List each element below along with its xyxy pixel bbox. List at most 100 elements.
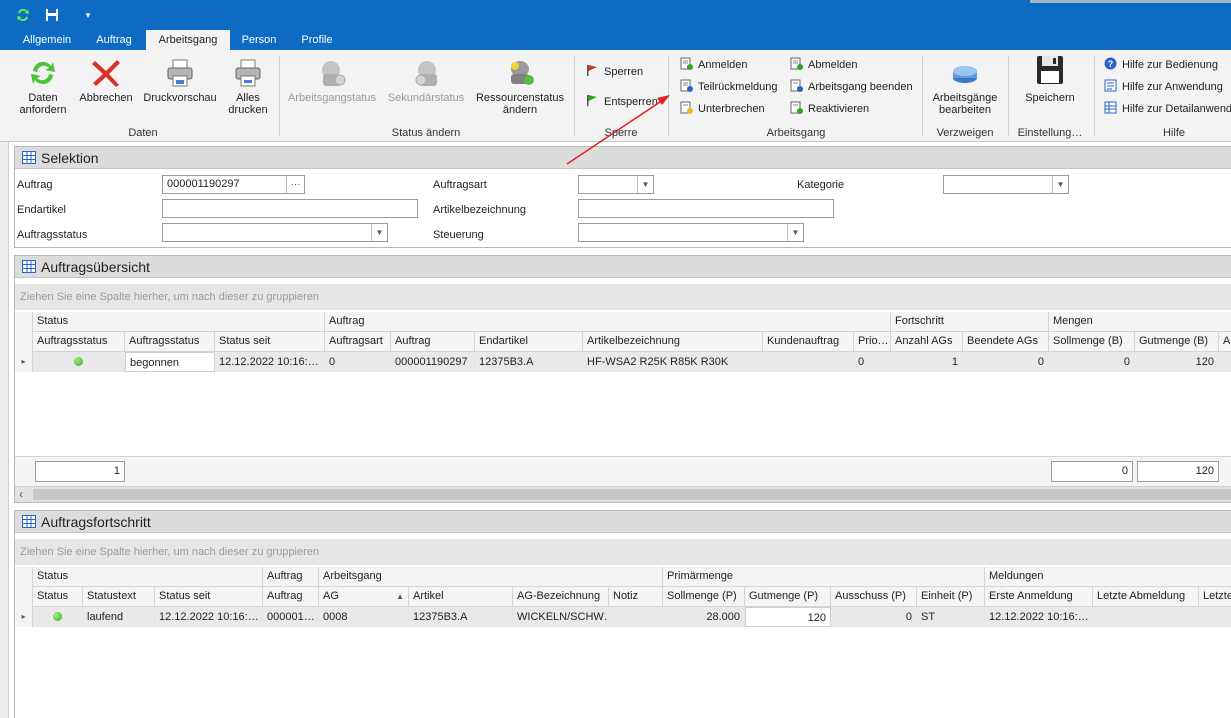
cell-status-seit[interactable]: 12.12.2022 10:16:… [155,607,263,627]
scroll-thumb[interactable] [33,489,1231,500]
cell-anzahl-ags[interactable]: 1 [891,352,963,372]
arbeitsgaenge-bearbeiten-button[interactable]: Arbeitsgänge bearbeiten [928,58,1002,116]
col-letzte-abmeldung[interactable]: Letzte Abmeldung [1093,587,1199,607]
col-auftrag[interactable]: Auftrag [391,332,475,352]
cell-letzte-abmeldung[interactable] [1093,607,1199,627]
band-primaermenge[interactable]: Primärmenge [663,567,985,587]
horizontal-scrollbar[interactable]: ‹ [15,486,1231,502]
cell-sollmenge-p[interactable]: 28.000 [663,607,745,627]
scroll-left-icon[interactable]: ‹ [19,487,23,502]
cell-a[interactable] [1219,352,1231,372]
col-sollmenge-p[interactable]: Sollmenge (P) [663,587,745,607]
col-auftragsstatus-icon[interactable]: Auftragsstatus [33,332,125,352]
speichern-button[interactable]: Speichern [1016,54,1084,104]
cell-erste-anmeldung[interactable]: 12.12.2022 10:16:… [985,607,1093,627]
col-artikel[interactable]: Artikel [409,587,513,607]
col-auftragsart[interactable]: Auftragsart [325,332,391,352]
chevron-down-icon[interactable]: ▼ [1052,176,1068,193]
floppy-icon[interactable] [43,7,61,23]
chevron-down-icon[interactable]: ▼ [787,224,803,241]
anmelden-button[interactable]: Anmelden [680,56,748,74]
cell-artikel[interactable]: 12375B3.A [409,607,513,627]
auftragsstatus-select[interactable]: ▼ [162,223,388,242]
band-auftrag[interactable]: Auftrag [325,312,891,332]
arbeitsgangstatus-button[interactable]: Arbeitsgangstatus [286,58,378,104]
cell-auftrag[interactable]: 000001… [263,607,319,627]
reaktivieren-button[interactable]: Reaktivieren [790,100,869,118]
col-beendete-ags[interactable]: Beendete AGs [963,332,1049,352]
col-endartikel[interactable]: Endartikel [475,332,583,352]
band-status[interactable]: Status [33,312,325,332]
abmelden-button[interactable]: Abmelden [790,56,858,74]
col-gutmenge-b[interactable]: Gutmenge (B) [1135,332,1219,352]
band-mengen[interactable]: Mengen [1049,312,1231,332]
band-fortschritt[interactable]: Fortschritt [891,312,1049,332]
cell-gutmenge-b[interactable]: 120 [1135,352,1219,372]
col-auftrag[interactable]: Auftrag [263,587,319,607]
tab-profile[interactable]: Profile [292,30,342,50]
steuerung-select[interactable]: ▼ [578,223,804,242]
cell-status-seit[interactable]: 12.12.2022 10:16:… [215,352,325,372]
col-auftragsstatus[interactable]: Auftragsstatus [125,332,215,352]
col-ausschuss-p[interactable]: Ausschuss (P) [831,587,917,607]
arbeitsgang-beenden-button[interactable]: Arbeitsgang beenden [790,78,913,96]
cell-einheit-p[interactable]: ST [917,607,985,627]
entsperren-button[interactable]: Entsperren [586,93,658,111]
auftragsfortschritt-header[interactable]: Auftragsfortschritt [15,511,1231,533]
cell-sollmenge-b[interactable]: 0 [1049,352,1135,372]
col-ag-bezeichnung[interactable]: AG-Bezeichnung [513,587,609,607]
cell-letzte[interactable] [1199,607,1231,627]
col-a[interactable]: A [1219,332,1231,352]
col-sollmenge-b[interactable]: Sollmenge (B) [1049,332,1135,352]
cell-auftrag[interactable]: 000001190297 [391,352,475,372]
sperren-button[interactable]: Sperren [586,63,643,81]
cell-ag[interactable]: 0008 [319,607,409,627]
col-einheit-p[interactable]: Einheit (P) [917,587,985,607]
col-status-seit[interactable]: Status seit [215,332,325,352]
tab-allgemein[interactable]: Allgemein [16,30,78,50]
alles-drucken-button[interactable]: Alles drucken [222,58,274,116]
abbrechen-button[interactable]: Abbrechen [76,58,136,104]
band-arbeitsgang[interactable]: Arbeitsgang [319,567,663,587]
druckvorschau-button[interactable]: Druckvorschau [140,58,220,104]
cell-prio[interactable]: 0 [854,352,891,372]
col-prio[interactable]: Prio… [854,332,891,352]
kategorie-select[interactable]: ▼ [943,175,1069,194]
teilrueckmeldung-button[interactable]: Teilrückmeldung [680,78,777,96]
col-gutmenge-p[interactable]: Gutmenge (P) [745,587,831,607]
hilfe-detail-button[interactable]: Hilfe zur Detailanwend [1104,100,1231,118]
auftragsuebersicht-header[interactable]: Auftragsübersicht [15,256,1231,278]
col-ag[interactable]: AG ▲ [319,587,409,607]
endartikel-input[interactable] [162,199,418,218]
col-artikelbezeichnung[interactable]: Artikelbezeichnung [583,332,763,352]
auftrag-lookup-button[interactable]: ··· [286,176,304,193]
col-erste-anmeldung[interactable]: Erste Anmeldung [985,587,1093,607]
col-status-seit[interactable]: Status seit [155,587,263,607]
col-statustext[interactable]: Statustext [83,587,155,607]
cell-statustext[interactable]: laufend [83,607,155,627]
auftragsart-select[interactable]: ▼ [578,175,654,194]
tab-arbeitsgang[interactable]: Arbeitsgang [146,30,230,50]
band-auftrag[interactable]: Auftrag [263,567,319,587]
band-status[interactable]: Status [33,567,263,587]
refresh-icon[interactable] [14,7,32,23]
tab-auftrag[interactable]: Auftrag [86,30,142,50]
chevron-down-icon[interactable]: ▼ [637,176,653,193]
daten-anfordern-button[interactable]: Daten anfordern [12,58,74,116]
auftrag-input[interactable]: 000001190297 ··· [162,175,305,194]
cell-ag-bezeichnung[interactable]: WICKELN/SCHW… [513,607,609,627]
unterbrechen-button[interactable]: Unterbrechen [680,100,765,118]
sekundaerstatus-button[interactable]: Sekundärstatus [384,58,468,104]
col-notiz[interactable]: Notiz [609,587,663,607]
cell-auftragsstatus[interactable]: begonnen [125,352,215,372]
cell-beendete-ags[interactable]: 0 [963,352,1049,372]
ressourcenstatus-button[interactable]: Ressourcenstatus ändern [474,58,566,116]
cell-notiz[interactable] [609,607,663,627]
band-meldungen[interactable]: Meldungen [985,567,1231,587]
chevron-down-icon[interactable]: ▾ [82,7,94,23]
cell-endartikel[interactable]: 12375B3.A [475,352,583,372]
artikelbezeichnung-input[interactable] [578,199,834,218]
cell-ausschuss-p[interactable]: 0 [831,607,917,627]
hilfe-bedienung-button[interactable]: ? Hilfe zur Bedienung [1104,56,1218,74]
col-letzte[interactable]: Letzte [1199,587,1231,607]
